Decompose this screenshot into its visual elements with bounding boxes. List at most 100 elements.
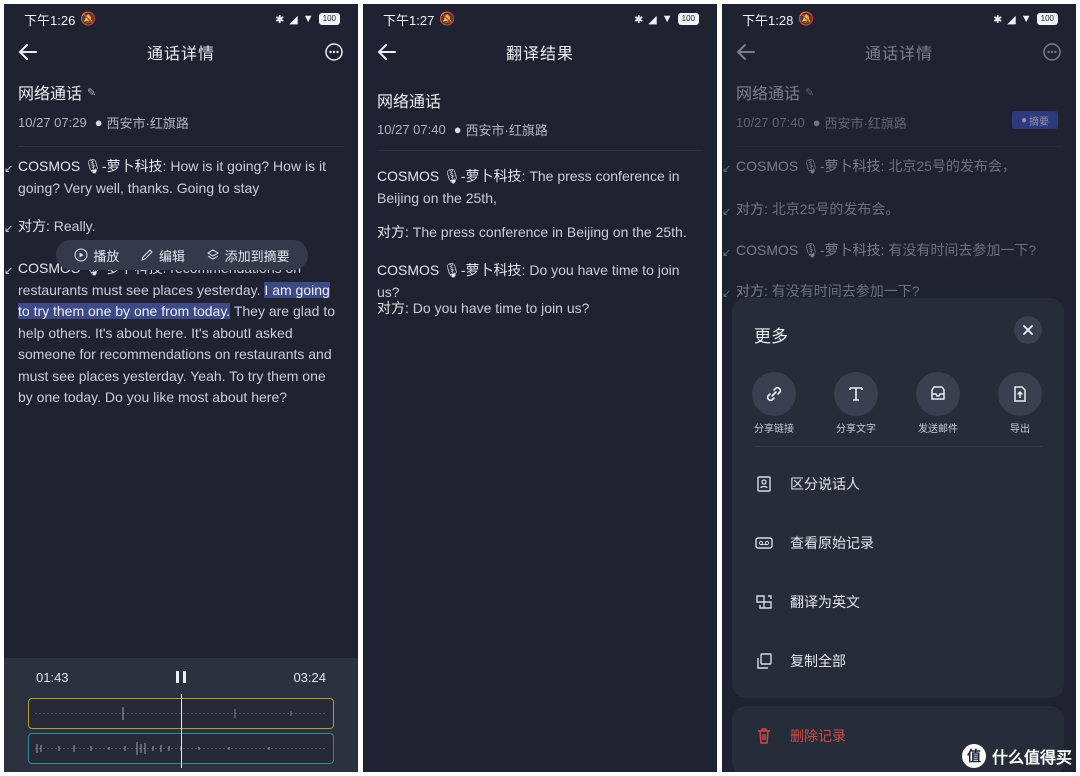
play-circle-icon [74,248,88,262]
share-link-button[interactable]: 分享链接 [748,372,800,435]
speaker-name: 对方: [736,201,768,217]
line-text: Do you have time to join us? [408,300,590,316]
call-meta: 10/27 07:40 ● 西安市·红旗路 [377,120,548,139]
send-email-button[interactable]: 发送邮件 [912,372,964,435]
speaker-name: 对方: [377,300,409,316]
menu-item-label: 区分说话人 [790,476,860,492]
pause-icon[interactable] [174,670,188,684]
transcript-paragraph[interactable]: COSMOS 🎙-萝卜科技: recommendations on restau… [18,258,340,409]
menu-item-copy-all[interactable]: 复制全部 [754,649,1042,673]
play-label: 播放 [93,248,120,264]
waveform-graphic [35,742,325,755]
back-arrow-icon[interactable] [16,40,40,64]
summary-chip-icon: ● [1020,114,1028,126]
close-button[interactable] [1014,316,1042,344]
transcript-line: COSMOS 🎙-萝卜科技: 有没有时间去参加一下? [736,240,1058,262]
line-text: 有没有时间去参加一下? [884,242,1037,258]
back-arrow-icon[interactable] [734,40,758,64]
edge-mark-icon: ↙ [4,265,14,277]
export-button[interactable]: 导出 [994,372,1046,435]
status-bar: 下午1:27 🔕 ✱ ◢ ▼ 100 [363,4,717,34]
title-bar: 通话详情 [722,34,1076,70]
line-text: 北京25号的发布会。 [767,201,900,217]
total-time: 03:24 [293,670,326,685]
divider [736,146,1062,147]
line-text: The press conference in Beijing on the 2… [408,224,687,240]
playhead[interactable] [181,694,182,768]
edge-mark-icon: ↙ [4,163,14,175]
status-time: 下午1:27 [383,12,435,28]
call-title-text: 网络通话 [18,86,83,103]
speaker-name: COSMOS 🎙-萝卜科技: [18,158,167,174]
call-meta: 10/27 07:29 ● 西安市·红旗路 [18,113,189,132]
call-location: 西安市·红旗路 [465,123,548,138]
summary-chip[interactable]: ● 摘要 [1012,111,1058,129]
back-arrow-icon[interactable] [375,40,399,64]
call-title[interactable]: 网络通话 ✎ [18,80,96,104]
status-bar: 下午1:28 🔕 ✱ ◢ ▼ 100 [722,4,1076,34]
call-title: 网络通话 [377,88,441,112]
mute-bell-icon: 🔕 [80,11,97,26]
menu-item-view-original[interactable]: 查看原始记录 [754,531,1042,555]
battery-icon: 100 [318,13,340,25]
edit-button[interactable]: 编辑 [140,246,185,265]
transcript-line[interactable]: 对方: Really. [18,216,340,238]
share-text-button[interactable]: 分享文字 [830,372,882,435]
edit-pencil-icon[interactable]: ✎ [87,86,96,99]
menu-item-distinguish-speakers[interactable]: 区分说话人 [754,472,1042,496]
add-to-summary-button[interactable]: 添加到摘要 [206,246,290,265]
translation-line[interactable]: 对方: Do you have time to join us? [377,298,699,320]
speaker-name: 对方: [377,224,409,240]
translation-line[interactable]: 对方: The press conference in Beijing on t… [377,222,699,244]
play-button[interactable]: 播放 [74,246,119,265]
text-icon [834,372,878,416]
divider [18,146,344,147]
more-options-icon[interactable] [324,42,344,62]
call-date: 10/27 07:40 [736,115,805,130]
bluetooth-icon: ✱ [634,13,644,26]
layers-icon [206,249,219,260]
title-bar: 通话详情 [4,34,358,70]
speaker-name: COSMOS 🎙-萝卜科技: [736,158,885,174]
bluetooth-icon: ✱ [275,13,285,26]
translation-line[interactable]: COSMOS 🎙-萝卜科技: Do you have time to join … [377,260,699,303]
translate-icon [756,595,772,609]
status-bar: 下午1:26 🔕 ✱ ◢ ▼ 100 [4,4,358,34]
summary-chip-label: 摘要 [1029,116,1050,128]
speaker-name: COSMOS 🎙-萝卜科技: [736,242,885,258]
more-bottom-sheet: 更多 分享链接 分享文字 发送邮件 导出 区分说话人 查看原始记录 翻译为英文 … [732,298,1064,698]
speaker-name: 对方: [736,283,768,299]
call-location: 西安市·红旗路 [824,116,907,131]
sheet-title: 更多 [754,327,788,346]
close-icon [1023,325,1033,335]
call-title: 网络通话 ✎ [736,80,814,104]
export-label: 导出 [1010,424,1030,435]
battery-icon: 100 [1036,13,1058,25]
signal-icon: ◢ [648,13,657,26]
call-meta: 10/27 07:40 ● 西安市·红旗路 [736,113,907,132]
location-pin-icon: ● [94,115,103,130]
mute-bell-icon: 🔕 [439,11,456,26]
edit-pencil-icon: ✎ [805,86,815,99]
delete-record-button[interactable]: 删除记录 [754,726,846,746]
speaker-icon [757,476,771,492]
share-link-label: 分享链接 [754,424,794,435]
audio-player: 01:43 03:24 [4,658,358,772]
menu-item-translate-english[interactable]: 翻译为英文 [754,590,1042,614]
menu-item-label: 查看原始记录 [790,535,874,551]
trash-icon [758,728,770,744]
transcript-line: 对方: 北京25号的发布会。 [736,199,1058,221]
link-icon [752,372,796,416]
line-text: 北京25号的发布会， [884,158,1016,174]
translation-line[interactable]: COSMOS 🎙-萝卜科技: The press conference in B… [377,166,699,209]
call-location: 西安市·红旗路 [106,116,189,131]
current-time: 01:43 [36,670,69,685]
title-bar: 翻译结果 [363,34,717,70]
site-watermark: 值 什么值得买 [961,744,1072,768]
call-date: 10/27 07:40 [377,122,446,137]
transcript-line[interactable]: COSMOS 🎙-萝卜科技: How is it going? How is i… [18,156,340,199]
phone-screen-call-detail: 下午1:26 🔕 ✱ ◢ ▼ 100 通话详情 网络通话 ✎ 10/27 07:… [4,4,358,772]
call-title-text: 网络通话 [377,94,442,111]
more-options-icon[interactable] [1042,42,1062,62]
watermark-logo-icon: 值 [961,744,986,768]
